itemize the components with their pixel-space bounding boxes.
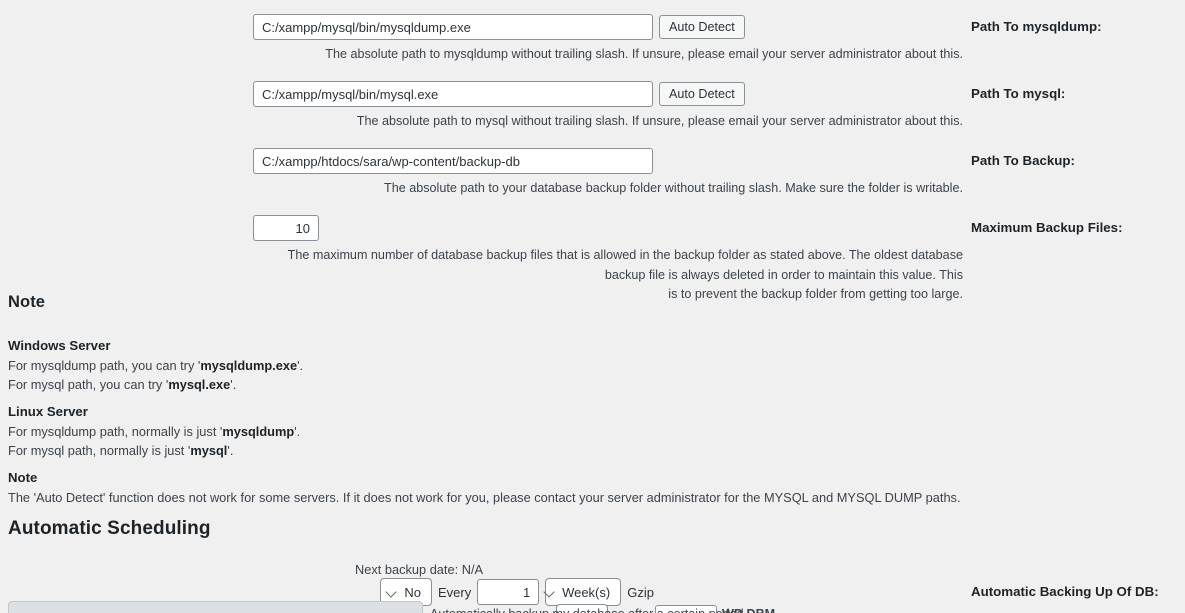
windows-mysqldump-value: mysqldump.exe <box>200 357 298 373</box>
field-row-mysql: :Path To mysql Auto Detect .The absolute… <box>0 77 1185 132</box>
auto-detect-mysql-button[interactable]: Auto Detect <box>659 82 745 106</box>
mysql-input-line: Auto Detect <box>0 81 963 107</box>
auto-detect-mysqldump-button[interactable]: Auto Detect <box>659 15 745 39</box>
windows-mysql-hint: .'For mysql path, you can try 'mysql.exe <box>8 375 1185 394</box>
backup-input-line <box>0 148 963 174</box>
field-backup: .The absolute path to your database back… <box>0 144 963 199</box>
bottom-panel-sliver <box>8 601 423 613</box>
mysqldump-hint: .The absolute path to mysqldump without … <box>325 47 963 61</box>
linux-server-title: Linux Server <box>8 404 88 419</box>
windows-mysql-value: mysql.exe <box>168 376 231 392</box>
automatic-backup-enabled-value: No <box>404 584 421 600</box>
wp-dbmanager-settings-page: :Path To mysqldump Auto Detect .The abso… <box>0 0 1185 613</box>
gzip-label: Gzip <box>627 584 654 600</box>
backup-period-value: (Week(s <box>562 584 611 600</box>
note-heading-1: Note <box>8 293 46 311</box>
mysql-hint: .The absolute path to mysql without trai… <box>356 114 963 128</box>
linux-mysql-value: mysql <box>190 442 228 458</box>
field-row-max-backup: :Maximum Backup Files The maximum number… <box>0 211 1185 305</box>
mysql-path-input[interactable] <box>253 81 653 107</box>
field-mysqldump: Auto Detect .The absolute path to mysqld… <box>0 10 963 65</box>
max-backup-input-line <box>0 215 963 241</box>
autodetect-note-block: Note .The 'Auto Detect' function does no… <box>8 468 1185 507</box>
field-row-mysqldump: :Path To mysqldump Auto Detect .The abso… <box>0 10 1185 65</box>
maximum-backup-files-input[interactable] <box>253 215 319 241</box>
every-label: Every <box>438 584 472 600</box>
chevron-down-icon <box>386 586 398 598</box>
label-path-to-mysql: :Path To mysql <box>971 86 1066 101</box>
backup-period-select[interactable]: (Week(s <box>544 578 622 606</box>
backup-interval-input[interactable] <box>477 579 540 605</box>
field-row-backup: :Path To Backup .The absolute path to yo… <box>0 144 1185 199</box>
field-max-backup: The maximum number of database backup fi… <box>0 211 963 305</box>
label-maximum-backup-files: :Maximum Backup Files <box>971 220 1123 235</box>
linux-mysqldump-hint: .'For mysqldump path, normally is just '… <box>8 422 1185 441</box>
windows-server-note: Windows Server .'For mysqldump path, you… <box>8 336 1185 394</box>
mysqldump-path-input[interactable] <box>253 14 653 40</box>
label-automatic-backing-up-of-db: :Automatic Backing Up Of DB <box>971 584 1159 600</box>
mysqldump-input-line: Auto Detect <box>0 14 963 40</box>
label-path-to-backup: :Path To Backup <box>971 153 1075 168</box>
backup-path-input[interactable] <box>253 148 653 174</box>
windows-server-title: Windows Server <box>8 338 111 353</box>
automatic-scheduling-heading: Automatic Scheduling <box>8 518 211 539</box>
note-heading-2: Note <box>8 470 38 485</box>
autodetect-note-text: .The 'Auto Detect' function does not wor… <box>8 489 961 505</box>
linux-server-note: Linux Server .'For mysqldump path, norma… <box>8 402 1185 460</box>
backup-hint: .The absolute path to your database back… <box>384 181 963 195</box>
max-backup-hint-line-1: The maximum number of database backup fi… <box>287 248 963 282</box>
windows-mysqldump-hint: .'For mysqldump path, you can try 'mysql… <box>8 356 1185 375</box>
next-backup-date: Next backup date: N/A <box>355 562 484 577</box>
chevron-down-icon <box>544 586 556 598</box>
field-mysql: Auto Detect .The absolute path to mysql … <box>0 77 963 132</box>
label-path-to-mysqldump: :Path To mysqldump <box>971 19 1102 34</box>
linux-mysql-hint: .'For mysql path, normally is just 'mysq… <box>8 441 1185 460</box>
linux-mysqldump-value: mysqldump <box>222 423 295 439</box>
